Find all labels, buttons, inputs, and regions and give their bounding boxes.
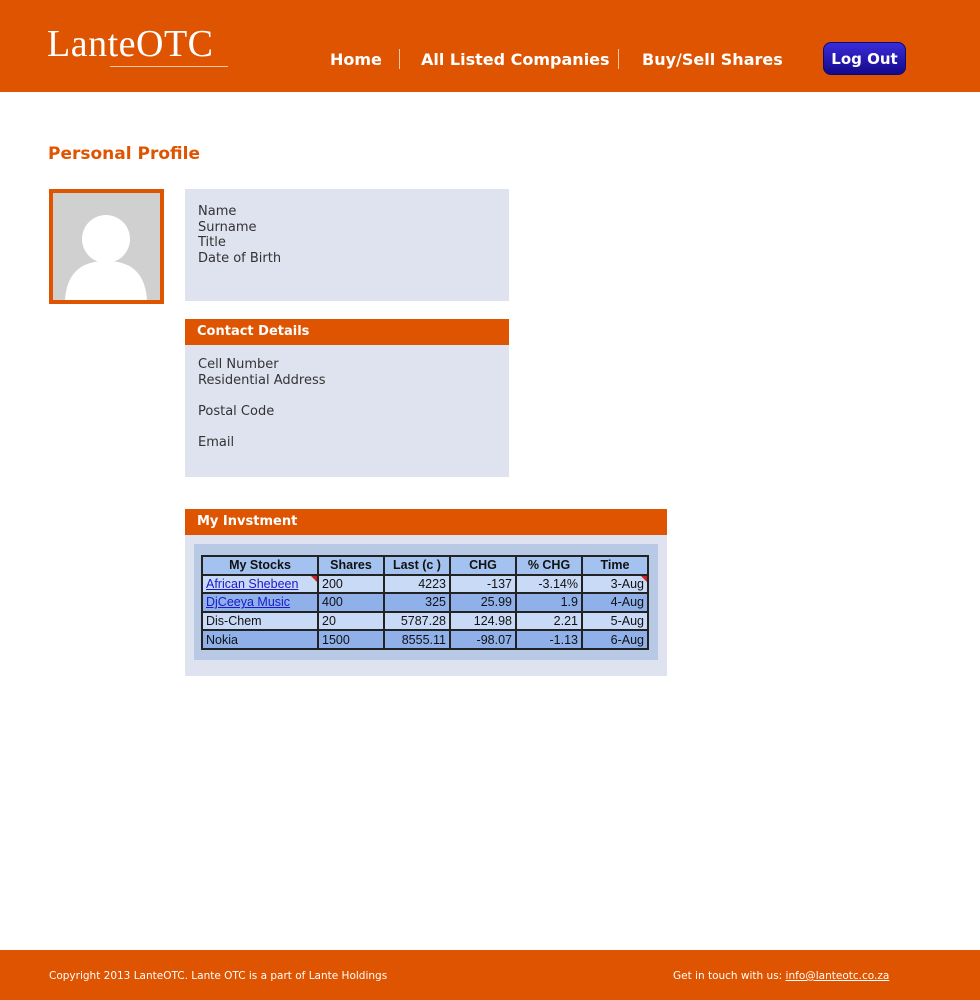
time-cell: 6-Aug — [581, 629, 649, 650]
last-cell: 325 — [383, 592, 451, 613]
time-cell: 5-Aug — [581, 610, 649, 632]
stock-name-cell[interactable]: African Shebeen — [201, 573, 319, 595]
contact-panel: Contact Details Cell Number Residential … — [185, 319, 509, 477]
stock-name-cell: Dis-Chem — [201, 610, 319, 632]
profile-panel: Name Surname Title Date of Birth — [185, 189, 509, 301]
stock-link-african-shebeen[interactable]: African Shebeen — [206, 577, 298, 591]
contact-field-cell: Cell Number — [198, 357, 279, 372]
page-title: Personal Profile — [48, 144, 200, 164]
table-row: Dis-Chem 20 5787.28 124.98 2.21 5-Aug — [201, 610, 649, 632]
nav-buy-sell-link[interactable]: Buy/Sell Shares — [642, 50, 783, 69]
stock-name-cell[interactable]: DjCeeya Music — [201, 592, 319, 613]
investment-body: My Stocks Shares Last (c ) CHG % CHG Tim… — [185, 535, 667, 676]
chg-cell: -98.07 — [449, 629, 517, 650]
contact-fields: Cell Number Residential Address Postal C… — [198, 357, 326, 451]
table-row: Nokia 1500 8555.11 -98.07 -1.13 6-Aug — [201, 629, 649, 650]
pct-chg-cell: -3.14% — [515, 573, 583, 595]
table-header-row: My Stocks Shares Last (c ) CHG % CHG Tim… — [201, 555, 649, 576]
logout-button[interactable]: Log Out — [823, 42, 906, 75]
user-silhouette-icon — [53, 193, 160, 300]
stock-link-djceeya-music[interactable]: DjCeeya Music — [206, 595, 290, 609]
investment-table: My Stocks Shares Last (c ) CHG % CHG Tim… — [201, 555, 649, 650]
col-header-time: Time — [581, 555, 649, 576]
shares-cell: 200 — [317, 573, 385, 595]
nav-home-link[interactable]: Home — [330, 50, 382, 69]
investment-panel: My Invstment My Stocks Shares Last (c ) … — [185, 509, 667, 676]
logo[interactable]: LanteOTC — [47, 22, 214, 66]
footer-contact: Get in touch with us: info@lanteotc.co.z… — [673, 970, 889, 982]
contact-heading: Contact Details — [185, 319, 509, 345]
pct-chg-cell: 1.9 — [515, 592, 583, 613]
chg-cell: 25.99 — [449, 592, 517, 613]
shares-cell: 1500 — [317, 629, 385, 650]
comment-marker — [641, 575, 647, 582]
last-cell: 4223 — [383, 573, 451, 595]
chg-cell: -137 — [449, 573, 517, 595]
table-row: African Shebeen 200 4223 -137 -3.14% 3-A… — [201, 573, 649, 595]
chg-cell: 124.98 — [449, 610, 517, 632]
shares-cell: 20 — [317, 610, 385, 632]
footer-copyright: Copyright 2013 LanteOTC. Lante OTC is a … — [49, 970, 388, 982]
profile-field-name: Name — [198, 204, 237, 219]
logo-underline — [110, 66, 228, 67]
time-cell: 4-Aug — [581, 592, 649, 613]
profile-field-title: Title — [198, 235, 226, 251]
pct-chg-cell: 2.21 — [515, 610, 583, 632]
last-cell: 8555.11 — [383, 629, 451, 650]
nav-companies-link[interactable]: All Listed Companies — [421, 50, 610, 69]
header-bar: LanteOTC Home All Listed Companies Buy/S… — [0, 0, 980, 92]
profile-field-dob: Date of Birth — [198, 250, 282, 266]
contact-field-email: Email — [198, 434, 235, 450]
table-row: DjCeeya Music 400 325 25.99 1.9 4-Aug — [201, 592, 649, 613]
contact-field-spacer — [198, 388, 326, 404]
time-cell: 3-Aug — [581, 573, 649, 595]
pct-chg-cell: -1.13 — [515, 629, 583, 650]
investment-heading: My Invstment — [185, 509, 667, 535]
nav-buy-sell-shares[interactable]: Buy/Sell Shares — [642, 48, 783, 70]
stock-name-cell: Nokia — [201, 629, 319, 650]
investment-table-frame: My Stocks Shares Last (c ) CHG % CHG Tim… — [194, 544, 658, 660]
nav-divider — [618, 49, 619, 69]
profile-field-surname: Surname — [198, 219, 257, 235]
col-header-shares: Shares — [317, 555, 385, 576]
contact-field-address: Residential Address — [198, 372, 326, 388]
footer-bar: Copyright 2013 LanteOTC. Lante OTC is a … — [0, 950, 980, 1000]
contact-field-spacer — [198, 419, 326, 435]
avatar — [49, 189, 164, 304]
contact-field-postal-code: Postal Code — [198, 403, 275, 419]
nav-divider — [399, 49, 400, 69]
col-header-pct-chg: % CHG — [515, 555, 583, 576]
time-value: 3-Aug — [610, 576, 644, 591]
shares-cell: 400 — [317, 592, 385, 613]
comment-marker — [311, 575, 317, 582]
nav-all-listed-companies[interactable]: All Listed Companies — [421, 48, 610, 70]
col-header-chg: CHG — [449, 555, 517, 576]
nav-home[interactable]: Home — [330, 48, 382, 70]
profile-fields: Name Surname Title Date of Birth — [198, 204, 281, 266]
col-header-last: Last (c ) — [383, 555, 451, 576]
footer-contact-label: Get in touch with us: — [673, 970, 783, 982]
footer-email-link[interactable]: info@lanteotc.co.za — [786, 970, 890, 982]
col-header-my-stocks: My Stocks — [201, 555, 319, 576]
last-cell: 5787.28 — [383, 610, 451, 632]
